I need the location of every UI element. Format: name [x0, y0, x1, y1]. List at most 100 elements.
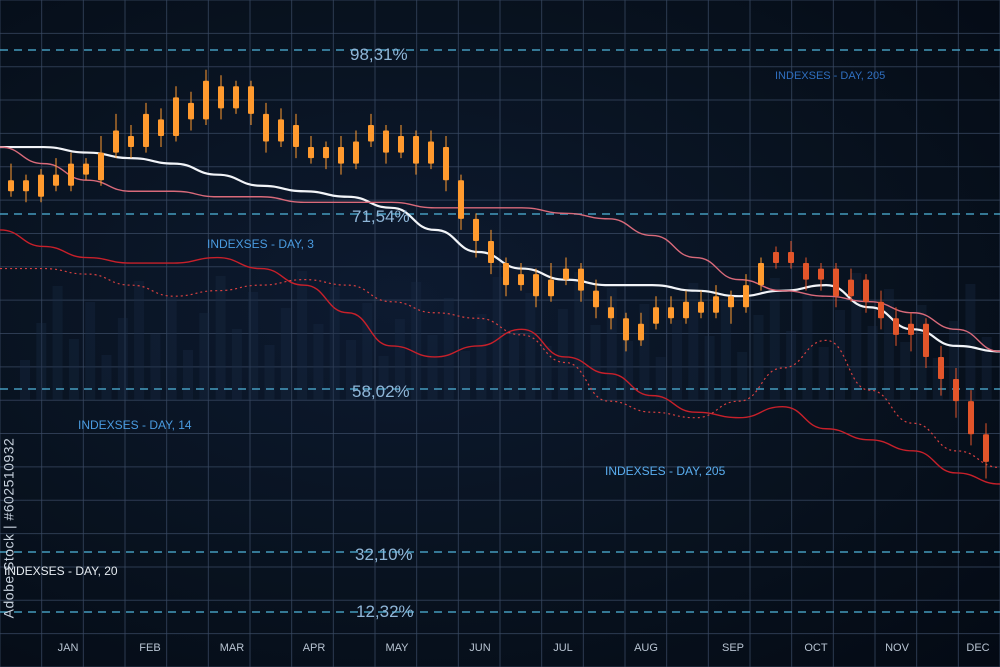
candle-body	[158, 119, 164, 136]
candle-body	[203, 80, 209, 120]
candle-body	[98, 152, 104, 181]
index-label-day-14: INDEXSES - DAY, 14	[78, 418, 192, 432]
volume-bar	[655, 357, 666, 400]
volume-bar	[166, 297, 177, 400]
volume-bar	[672, 320, 682, 400]
month-label-mar: MAR	[220, 642, 245, 654]
candle-body	[863, 279, 869, 302]
candle-body	[818, 268, 824, 280]
month-label-aug: AUG	[634, 642, 658, 654]
candle-body	[938, 356, 944, 380]
volume-bar	[476, 314, 487, 400]
candle-body	[713, 296, 719, 313]
volume-bar	[769, 278, 780, 400]
candle-body	[23, 180, 29, 192]
candle-body	[38, 174, 44, 197]
volume-bar	[557, 309, 568, 400]
index-label-day-205: INDEXSES - DAY, 205	[605, 464, 726, 478]
volume-bar	[248, 292, 259, 400]
month-label-jan: JAN	[58, 642, 79, 654]
candle-body	[308, 147, 314, 159]
pct-label-3: 32,10%	[355, 545, 413, 564]
candle-body	[743, 285, 749, 308]
candle-body	[53, 174, 59, 186]
candle-body	[908, 323, 914, 335]
candle-body	[68, 163, 74, 186]
volume-bar	[802, 294, 813, 400]
candle-body	[143, 113, 149, 148]
candle-body	[458, 180, 464, 219]
candle-body	[188, 102, 194, 120]
candle-body	[383, 130, 389, 153]
volume-bar	[297, 271, 308, 400]
candle-body	[278, 119, 284, 142]
candle-body	[248, 86, 254, 114]
candle-body	[638, 323, 644, 341]
stock-watermark: Adobe Stock | #602510932	[0, 437, 17, 619]
volume-bar	[704, 336, 715, 400]
volume-bar	[965, 284, 976, 400]
volume-bar	[541, 346, 552, 400]
candle-body	[563, 268, 569, 280]
candle-body	[518, 274, 524, 286]
candle-body	[983, 434, 989, 462]
month-label-feb: FEB	[139, 642, 160, 654]
volume-bar	[280, 308, 291, 400]
candle-body	[128, 136, 134, 148]
volume-bar	[101, 355, 112, 400]
candle-body	[263, 113, 269, 142]
volume-bar	[117, 318, 128, 400]
candle-body	[353, 141, 359, 164]
candle-body	[728, 296, 734, 308]
candle-body	[473, 218, 479, 241]
month-axis: JAN FEB MAR APR MAY JUN JUL AUG SEP OCT NOV DEC	[58, 642, 990, 654]
volume-bar	[150, 334, 161, 400]
volume-bar	[199, 313, 210, 400]
volume-bar	[460, 351, 471, 400]
volume-bar	[52, 286, 63, 400]
candle-body	[878, 301, 884, 319]
candle-body	[623, 318, 629, 341]
month-label-sep: SEP	[722, 642, 744, 654]
candle-body	[428, 141, 434, 164]
candle-body	[533, 274, 539, 297]
pct-label-0: 98,31%	[350, 45, 408, 64]
candle-body	[893, 318, 899, 335]
candle-body	[773, 252, 779, 264]
candle-body	[653, 307, 659, 324]
candle-body	[398, 136, 404, 153]
volume-bar	[623, 341, 634, 400]
volume-bar	[134, 281, 145, 400]
candle-body	[698, 301, 704, 313]
volume-bar	[329, 287, 340, 400]
candle-body	[443, 147, 449, 181]
candle-body	[218, 86, 224, 109]
candle-body	[233, 86, 239, 109]
candle-body	[923, 323, 929, 357]
candle-body	[368, 124, 374, 142]
candle-body	[413, 136, 419, 164]
candle-body	[833, 268, 839, 297]
pct-label-4: 12,32%	[356, 602, 414, 621]
candle-body	[488, 240, 494, 264]
volume-bar	[981, 337, 992, 400]
month-label-jun: JUN	[469, 642, 490, 654]
index-label-day-3: INDEXSES - DAY, 3	[207, 237, 314, 251]
candlestick-chart: 98,31% 71,54% 58,02% 32,10% 12,32% INDEX…	[0, 0, 1000, 667]
month-label-dec: DEC	[966, 642, 989, 654]
volume-bar	[688, 283, 699, 400]
candle-body	[578, 268, 584, 291]
candle-body	[113, 130, 119, 153]
candle-body	[593, 290, 599, 308]
month-label-oct: OCT	[804, 642, 828, 654]
volume-bar	[85, 302, 96, 400]
month-label-may: MAY	[385, 642, 409, 654]
month-label-jul: JUL	[553, 642, 573, 654]
month-label-apr: APR	[303, 642, 326, 654]
volume-bar	[900, 342, 911, 400]
chart-canvas: 98,31% 71,54% 58,02% 32,10% 12,32% INDEX…	[0, 0, 1000, 667]
candle-body	[608, 307, 614, 319]
candle-body	[173, 97, 179, 136]
index-label-day-205-top: INDEXSES - DAY, 205	[775, 70, 885, 82]
candle-body	[683, 301, 689, 319]
